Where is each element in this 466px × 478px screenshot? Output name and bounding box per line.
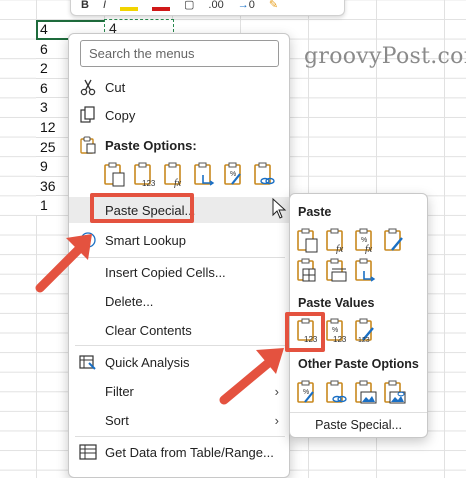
svg-text:123: 123 — [358, 337, 370, 344]
formatting-icon[interactable]: % — [223, 162, 247, 188]
highlight-color-icon[interactable] — [120, 6, 139, 11]
font-color-icon[interactable] — [152, 6, 171, 11]
watermark: groovyPost.com — [304, 44, 466, 69]
mouse-cursor-icon — [272, 198, 287, 219]
insert-copied-cells-menu-item[interactable]: Insert Copied Cells... — [69, 259, 289, 285]
svg-text:fx: fx — [365, 244, 373, 254]
delete-label: Delete... — [105, 293, 154, 309]
transpose-icon[interactable] — [354, 258, 378, 284]
delete-menu-item[interactable]: Delete... — [69, 288, 289, 314]
decrease-decimal-button[interactable]: →0 — [238, 0, 255, 11]
svg-text:123: 123 — [333, 335, 347, 344]
clear-contents-label: Clear Contents — [105, 322, 192, 338]
menu-divider — [75, 436, 285, 437]
copy-label: Copy — [105, 107, 136, 123]
sort-label: Sort — [105, 412, 129, 428]
filter-label: Filter — [105, 383, 134, 399]
paste-options-header: Paste Options: — [69, 132, 289, 158]
formatting-icon[interactable]: % — [296, 380, 320, 406]
paste-formulas-icon[interactable]: fx — [163, 162, 187, 188]
quick-analysis-icon — [79, 355, 96, 370]
search-menus-input[interactable] — [80, 40, 279, 67]
svg-text:%: % — [361, 237, 367, 244]
paste-special-highlight — [90, 193, 194, 223]
paste-icon[interactable] — [103, 162, 127, 188]
paste-link-icon[interactable] — [253, 162, 277, 188]
increase-decimal-button[interactable]: .00 — [208, 0, 223, 11]
chevron-right-icon: › — [274, 412, 279, 428]
paste-values-icon[interactable]: 123 — [133, 162, 157, 188]
cut-label: Cut — [105, 79, 126, 95]
paste-values-heading: Paste Values — [298, 296, 375, 310]
paste-link-icon[interactable] — [325, 380, 349, 406]
submenu-divider — [290, 412, 427, 413]
clipboard-icon — [80, 136, 96, 154]
scissors-icon — [80, 79, 96, 96]
copy-icon — [80, 106, 95, 123]
table-icon — [79, 444, 97, 460]
paste-options-label: Paste Options: — [105, 137, 197, 153]
linked-picture-icon[interactable] — [383, 380, 407, 406]
paste-icons-row-2 — [296, 258, 378, 284]
copy-menu-item[interactable]: Copy — [69, 102, 289, 128]
smart-lookup-label: Smart Lookup — [105, 232, 186, 248]
smart-lookup-menu-item[interactable]: i Smart Lookup — [69, 227, 289, 253]
values-number-format-icon[interactable]: %123 — [325, 318, 349, 344]
paste-icon[interactable] — [296, 228, 320, 254]
svg-text:%: % — [230, 171, 236, 178]
keep-source-formatting-icon[interactable] — [383, 228, 407, 254]
context-menu: Cut Copy Paste Options: 123 fx % Paste S… — [68, 33, 290, 478]
paste-formulas-number-format-icon[interactable]: %fx — [354, 228, 378, 254]
svg-text:%: % — [332, 327, 338, 334]
paste-heading: Paste — [298, 205, 332, 219]
paste-icons-row: fx % fx — [296, 228, 407, 254]
cut-menu-item[interactable]: Cut — [69, 74, 289, 100]
quick-analysis-label: Quick Analysis — [105, 354, 190, 370]
svg-text:123: 123 — [142, 179, 156, 188]
paste-special-dialog-link[interactable]: Paste Special... — [290, 418, 427, 432]
svg-text:fx: fx — [336, 244, 344, 254]
bold-button[interactable]: B — [81, 0, 89, 11]
paste-options-icons: 123 fx % — [103, 162, 277, 188]
get-data-menu-item[interactable]: Get Data from Table/Range... — [69, 439, 289, 465]
keep-column-widths-icon[interactable] — [325, 258, 349, 284]
sort-menu-item[interactable]: Sort › — [69, 407, 289, 433]
values-source-formatting-icon[interactable]: 123 — [354, 318, 378, 344]
svg-text:fx: fx — [174, 178, 182, 188]
get-data-label: Get Data from Table/Range... — [105, 444, 274, 460]
italic-button[interactable]: I — [103, 0, 106, 11]
other-paste-options-heading: Other Paste Options — [298, 357, 419, 371]
no-borders-icon[interactable] — [296, 258, 320, 284]
other-paste-icons-row: % — [296, 380, 407, 406]
mini-toolbar: B I ▢ .00 →0 ✎ — [70, 0, 345, 16]
annotation-arrow-icon — [35, 234, 92, 293]
insert-copied-cells-label: Insert Copied Cells... — [105, 264, 226, 280]
menu-divider — [75, 257, 285, 258]
transpose-icon[interactable] — [193, 162, 217, 188]
format-painter-icon[interactable]: ✎ — [269, 0, 278, 11]
annotation-arrow-icon — [219, 348, 284, 405]
borders-icon[interactable]: ▢ — [184, 0, 194, 11]
svg-text:%: % — [303, 389, 309, 396]
paste-formulas-icon[interactable]: fx — [325, 228, 349, 254]
picture-icon[interactable] — [354, 380, 378, 406]
